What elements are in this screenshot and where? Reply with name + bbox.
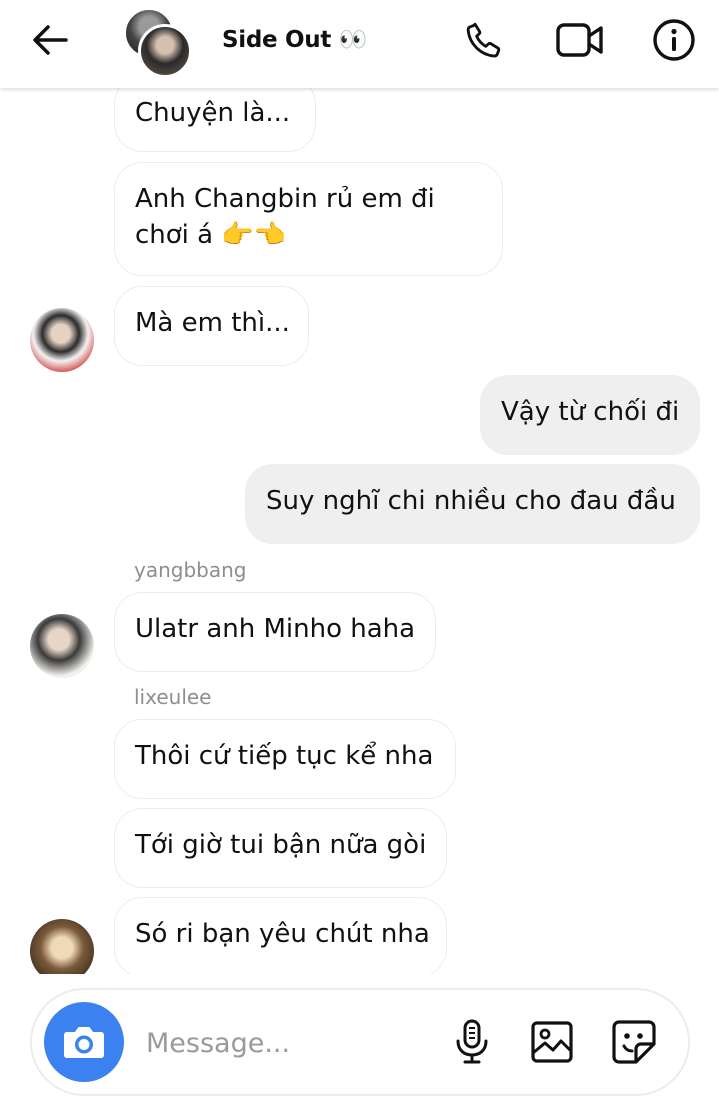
my-message-bubble[interactable]: Suy nghĩ chi nhiều cho đau đầu <box>245 464 700 544</box>
message-text: Ulatr anh Minho haha <box>135 614 416 644</box>
sender-name: lixeulee <box>134 685 212 709</box>
message-text: Mà em thì... <box>135 308 290 338</box>
my-message-bubble[interactable]: Vậy từ chối đi <box>480 375 700 455</box>
voice-message-button[interactable] <box>446 1016 498 1068</box>
camera-icon <box>64 1027 104 1058</box>
message-bubble[interactable]: Thôi cứ tiếp tục kể nha <box>114 719 456 799</box>
camera-button[interactable] <box>44 1002 124 1082</box>
group-avatar[interactable] <box>124 8 192 78</box>
avatar[interactable] <box>30 614 94 678</box>
message-input[interactable] <box>144 1018 428 1068</box>
phone-icon <box>466 22 501 58</box>
avatar[interactable] <box>30 308 94 372</box>
message-text-line: chơi á 👉👈 <box>135 220 287 250</box>
message-text: Tới giờ tui bận nữa gòi <box>135 830 427 860</box>
message-bubble[interactable]: Só ri bạn yêu chút nha <box>114 897 447 974</box>
message-bubble[interactable]: Anh Changbin rủ em đi chơi á 👉👈 <box>114 162 503 276</box>
info-button[interactable] <box>646 12 702 68</box>
message-text-line: Anh Changbin rủ em đi <box>135 184 435 214</box>
message-composer <box>30 988 690 1096</box>
call-button[interactable] <box>458 14 510 66</box>
message-text: Vậy từ chối đi <box>501 397 680 427</box>
group-avatar-front <box>138 24 192 78</box>
sticker-button[interactable] <box>608 1016 660 1068</box>
sender-name: yangbbang <box>134 558 247 582</box>
video-call-button[interactable] <box>551 14 609 66</box>
microphone-icon <box>456 1019 488 1064</box>
message-text: Suy nghĩ chi nhiều cho đau đầu <box>266 486 676 516</box>
info-icon <box>653 19 695 61</box>
chat-title[interactable]: Side Out 👀 <box>222 26 367 53</box>
chat-header: Side Out 👀 <box>0 0 719 88</box>
back-button[interactable] <box>26 18 74 62</box>
gallery-button[interactable] <box>526 1016 578 1068</box>
message-text: Chuyện là... <box>135 98 291 128</box>
message-bubble[interactable]: Mà em thì... <box>114 286 309 366</box>
video-camera-icon <box>556 23 603 57</box>
message-bubble[interactable]: Ulatr anh Minho haha <box>114 592 436 672</box>
message-bubble[interactable]: Chuyện là... <box>114 88 316 152</box>
sticker-icon <box>612 1020 656 1064</box>
image-icon <box>531 1021 573 1063</box>
message-text: Thôi cứ tiếp tục kể nha <box>135 741 434 771</box>
message-bubble[interactable]: Tới giờ tui bận nữa gòi <box>114 808 447 888</box>
message-list[interactable]: Chuyện là... Anh Changbin rủ em đi chơi … <box>0 88 719 974</box>
message-text: Só ri bạn yêu chút nha <box>135 919 430 949</box>
avatar[interactable] <box>30 919 94 974</box>
arrow-left-icon <box>33 25 68 55</box>
